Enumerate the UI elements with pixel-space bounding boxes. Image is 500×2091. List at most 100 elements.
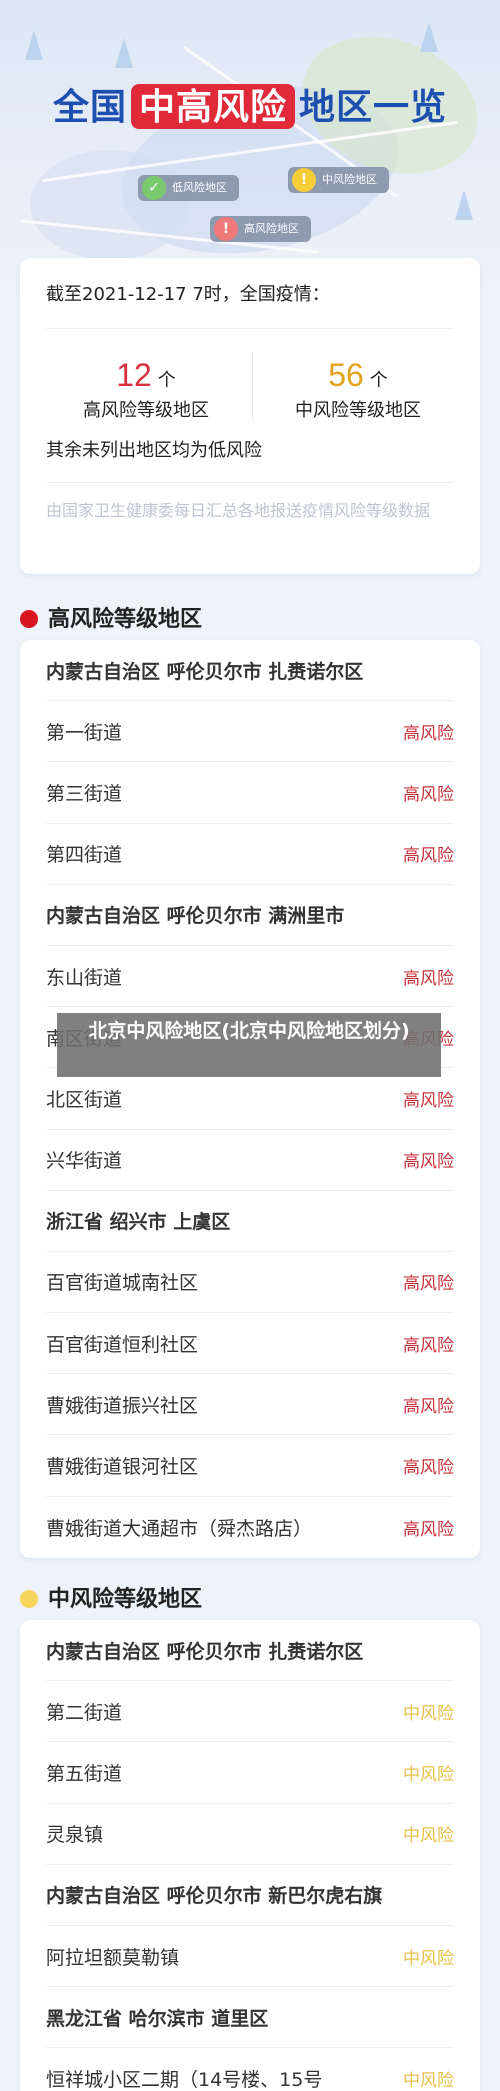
region-group-header: 黑龙江省 哈尔滨市 道里区 bbox=[46, 1987, 454, 2049]
list-item[interactable]: 灵泉镇 中风险 bbox=[46, 1804, 454, 1865]
risk-level-badge: 高风险 bbox=[403, 1090, 454, 1111]
legend-high-risk: ! 高风险地区 bbox=[210, 216, 311, 242]
street-name: 阿拉坦额莫勒镇 bbox=[46, 1946, 180, 1969]
list-item[interactable]: 曹娥街道振兴社区 高风险 bbox=[46, 1374, 454, 1436]
risk-level-badge: 高风险 bbox=[403, 1519, 454, 1540]
source-note: 由国家卫生健康委每日汇总各地报送疫情风险等级数据 bbox=[46, 501, 431, 520]
street-name: 曹娥街道银河社区 bbox=[46, 1456, 199, 1479]
street-name: 曹娥街道振兴社区 bbox=[46, 1394, 199, 1417]
risk-level-badge: 高风险 bbox=[403, 846, 454, 867]
street-name: 第五街道 bbox=[46, 1762, 123, 1785]
region-group-header: 内蒙古自治区 呼伦贝尔市 扎赉诺尔区 bbox=[46, 1620, 454, 1682]
list-item[interactable]: 百官街道城南社区 高风险 bbox=[46, 1252, 454, 1314]
list-item[interactable]: 曹娥街道大通超市（舜杰路店） 高风险 bbox=[46, 1497, 454, 1558]
list-item[interactable]: 阿拉坦额莫勒镇 中风险 bbox=[46, 1926, 454, 1988]
region-group-header: 浙江省 绍兴市 上虞区 bbox=[46, 1191, 454, 1252]
mid-risk-caption: 中风险等级地区 bbox=[295, 400, 421, 421]
street-name: 第四街道 bbox=[46, 844, 123, 867]
street-name: 百官街道城南社区 bbox=[46, 1272, 199, 1295]
list-item[interactable]: 曹娥街道银河社区 高风险 bbox=[46, 1435, 454, 1497]
street-name: 第一街道 bbox=[46, 721, 123, 744]
region-name: 黑龙江省 哈尔滨市 道里区 bbox=[46, 2007, 269, 2030]
stats-panel: 12 个 高风险等级地区 56 个 中风险等级地区 bbox=[46, 328, 454, 428]
mid-risk-stat: 56 个 中风险等级地区 bbox=[258, 357, 458, 422]
risk-level-badge: 高风险 bbox=[403, 723, 454, 744]
as-of-text: 截至2021-12-17 7时，全国疫情： bbox=[46, 284, 330, 305]
list-item[interactable]: 东山街道 高风险 bbox=[46, 946, 454, 1008]
title-highlight: 中高风险 bbox=[130, 84, 295, 129]
risk-level-badge: 高风险 bbox=[403, 1274, 454, 1295]
list-item[interactable]: 第三街道 高风险 bbox=[46, 762, 454, 824]
mid-risk-title-text: 中风险等级地区 bbox=[48, 1587, 203, 1612]
street-name: 北区街道 bbox=[46, 1088, 123, 1111]
high-risk-section-title: 高风险等级地区 bbox=[20, 601, 202, 633]
region-name: 内蒙古自治区 呼伦贝尔市 新巴尔虎右旗 bbox=[46, 1885, 383, 1908]
legend-high-label: 高风险地区 bbox=[244, 222, 299, 235]
title-suffix: 地区一览 bbox=[299, 86, 448, 127]
high-risk-title-text: 高风险等级地区 bbox=[48, 607, 203, 632]
street-name: 灵泉镇 bbox=[46, 1824, 104, 1847]
street-name: 东山街道 bbox=[46, 966, 123, 989]
rest-note: 其余未列出地区均为低风险 bbox=[46, 440, 262, 461]
divider bbox=[46, 482, 454, 483]
risk-level-badge: 中风险 bbox=[403, 2071, 454, 2091]
street-name: 兴华街道 bbox=[46, 1150, 123, 1173]
list-item[interactable]: 北区街道 高风险 bbox=[46, 1068, 454, 1130]
legend-mid-risk: ! 中风险地区 bbox=[288, 167, 389, 193]
street-name: 曹娥街道大通超市（舜杰路店） bbox=[46, 1517, 313, 1540]
yellow-dot-icon bbox=[20, 1590, 38, 1608]
region-group-header: 内蒙古自治区 呼伦贝尔市 新巴尔虎右旗 bbox=[46, 1865, 454, 1926]
alert-icon: ! bbox=[214, 217, 238, 241]
risk-level-badge: 高风险 bbox=[403, 968, 454, 989]
red-dot-icon bbox=[20, 610, 38, 628]
list-item[interactable]: 第一街道 高风险 bbox=[46, 701, 454, 763]
mid-risk-section-title: 中风险等级地区 bbox=[20, 1581, 202, 1613]
mid-risk-unit: 个 bbox=[369, 370, 388, 391]
stats-divider bbox=[252, 351, 253, 421]
risk-level-badge: 中风险 bbox=[403, 1826, 454, 1847]
high-risk-stat: 12 个 高风险等级地区 bbox=[46, 357, 246, 422]
street-name: 第二街道 bbox=[46, 1701, 123, 1724]
region-name: 内蒙古自治区 呼伦贝尔市 满洲里市 bbox=[46, 905, 345, 928]
list-item[interactable]: 兴华街道 高风险 bbox=[46, 1130, 454, 1191]
check-icon: ✓ bbox=[142, 176, 166, 200]
hero-banner: 全国 中高风险 地区一览 ✓ 低风险地区 ! 中风险地区 ! 高风险地区 bbox=[0, 0, 500, 300]
risk-level-badge: 高风险 bbox=[403, 1396, 454, 1417]
risk-level-badge: 高风险 bbox=[403, 1152, 454, 1173]
high-risk-count: 12 bbox=[116, 357, 152, 393]
risk-level-badge: 中风险 bbox=[403, 1764, 454, 1785]
region-name: 浙江省 绍兴市 上虞区 bbox=[46, 1211, 231, 1234]
tree-icon bbox=[115, 38, 133, 68]
region-group-header: 内蒙古自治区 呼伦贝尔市 扎赉诺尔区 bbox=[46, 640, 454, 702]
region-name: 内蒙古自治区 呼伦贝尔市 扎赉诺尔区 bbox=[46, 660, 364, 683]
risk-level-badge: 中风险 bbox=[403, 1703, 454, 1724]
legend-low-label: 低风险地区 bbox=[172, 181, 227, 194]
street-name: 第三街道 bbox=[46, 782, 123, 805]
list-item[interactable]: 第五街道 中风险 bbox=[46, 1742, 454, 1804]
region-group-header: 内蒙古自治区 呼伦贝尔市 满洲里市 bbox=[46, 885, 454, 946]
list-item[interactable]: 百官街道恒利社区 高风险 bbox=[46, 1313, 454, 1375]
high-risk-caption: 高风险等级地区 bbox=[83, 400, 209, 421]
alert-icon: ! bbox=[292, 168, 316, 192]
tree-icon bbox=[420, 22, 438, 52]
list-item[interactable]: 恒祥城小区二期（14号楼、15号 中风险 bbox=[46, 2048, 454, 2091]
risk-level-badge: 高风险 bbox=[403, 1458, 454, 1479]
high-risk-unit: 个 bbox=[157, 370, 176, 391]
street-name: 恒祥城小区二期（14号楼、15号 bbox=[46, 2069, 323, 2091]
tree-icon bbox=[455, 190, 473, 220]
tree-icon bbox=[25, 30, 43, 60]
legend-mid-label: 中风险地区 bbox=[322, 173, 377, 186]
risk-level-badge: 中风险 bbox=[403, 1948, 454, 1969]
risk-level-badge: 高风险 bbox=[403, 1335, 454, 1356]
overlay-caption: 北京中风险地区(北京中风险地区划分) bbox=[57, 1013, 441, 1077]
mid-risk-count: 56 bbox=[328, 357, 364, 393]
list-item[interactable]: 第二街道 中风险 bbox=[46, 1681, 454, 1743]
page-title: 全国 中高风险 地区一览 bbox=[0, 78, 500, 130]
mid-risk-list: 内蒙古自治区 呼伦贝尔市 扎赉诺尔区 第二街道 中风险 第五街道 中风险 灵泉镇 中风险 内蒙… bbox=[20, 1620, 480, 2091]
risk-level-badge: 高风险 bbox=[403, 784, 454, 805]
list-item[interactable]: 第四街道 高风险 bbox=[46, 824, 454, 885]
street-name: 百官街道恒利社区 bbox=[46, 1333, 199, 1356]
high-risk-list: 内蒙古自治区 呼伦贝尔市 扎赉诺尔区 第一街道 高风险 第三街道 高风险 第四街道 高风险内… bbox=[20, 640, 480, 1558]
summary-card: 截至2021-12-17 7时，全国疫情： 12 个 高风险等级地区 56 个 中风… bbox=[20, 258, 480, 574]
legend-low-risk: ✓ 低风险地区 bbox=[138, 175, 239, 201]
